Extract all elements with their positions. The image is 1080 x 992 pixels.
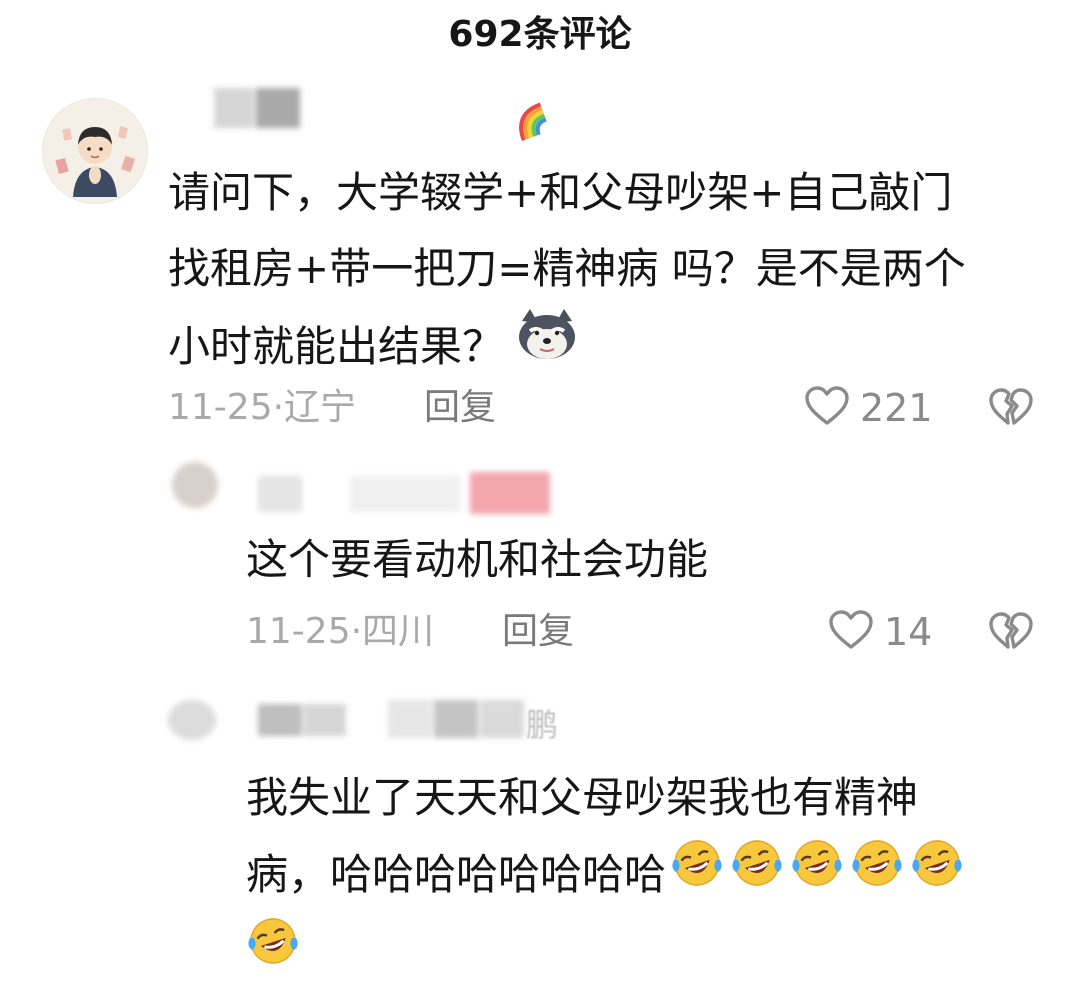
like-button[interactable]: 221 bbox=[804, 384, 933, 432]
reply-text: 我失业了天天和父母吵架我也有精神 病，哈哈哈哈哈哈哈哈 bbox=[246, 760, 1046, 992]
tears-of-joy-emoji-icon bbox=[670, 836, 724, 914]
comment-date-location: 11-25·辽宁 bbox=[168, 387, 357, 428]
comment-text: 请问下，大学辍学+和父母吵架+自己敲门 找租房+带一把刀=精神病 吗？是不是两个… bbox=[168, 155, 1048, 387]
username-blurred[interactable] bbox=[258, 472, 558, 514]
avatar[interactable] bbox=[172, 462, 218, 508]
reply-button[interactable]: 回复 bbox=[502, 608, 574, 656]
comment-date-location: 11-25·四川 bbox=[246, 611, 435, 652]
comment-text-line: 找租房+带一把刀=精神病 吗？是不是两个 bbox=[168, 244, 966, 293]
comment-text-line: 请问下，大学辍学+和父母吵架+自己敲门 bbox=[168, 168, 953, 217]
like-count: 221 bbox=[860, 386, 933, 430]
username-partial[interactable]: 鹏 bbox=[526, 700, 558, 746]
avatar[interactable] bbox=[168, 700, 216, 740]
tears-of-joy-emoji-icon bbox=[850, 836, 904, 914]
heart-icon bbox=[804, 385, 850, 431]
comment-count-title: 692条评论 bbox=[448, 14, 632, 55]
username-blurred[interactable] bbox=[258, 700, 528, 740]
tears-of-joy-emoji-icon bbox=[790, 836, 844, 914]
username-blurred[interactable] bbox=[214, 88, 300, 128]
reply-button[interactable]: 回复 bbox=[424, 384, 496, 432]
heart-icon bbox=[828, 609, 874, 655]
reply-text: 这个要看动机和社会功能 bbox=[246, 535, 709, 584]
dislike-button[interactable] bbox=[988, 387, 1034, 433]
comment-text-line: 我失业了天天和父母吵架我也有精神 bbox=[246, 773, 919, 822]
dislike-button[interactable] bbox=[988, 611, 1034, 657]
tears-of-joy-emoji-icon bbox=[246, 914, 300, 992]
broken-heart-icon bbox=[988, 388, 1034, 433]
like-button[interactable]: 14 bbox=[828, 608, 932, 656]
broken-heart-icon bbox=[988, 612, 1034, 657]
husky-doge-emoji-icon bbox=[514, 307, 580, 387]
tears-of-joy-emoji-icon bbox=[730, 836, 784, 914]
like-count: 14 bbox=[884, 610, 933, 654]
avatar[interactable] bbox=[42, 98, 148, 204]
rainbow-emoji-icon bbox=[512, 96, 554, 148]
comment-text-line: 病，哈哈哈哈哈哈哈哈 bbox=[246, 850, 667, 899]
tears-of-joy-emoji-icon bbox=[910, 836, 964, 914]
avatar-illustration bbox=[43, 99, 147, 203]
comment-text-line: 小时就能出结果？ bbox=[168, 322, 505, 371]
